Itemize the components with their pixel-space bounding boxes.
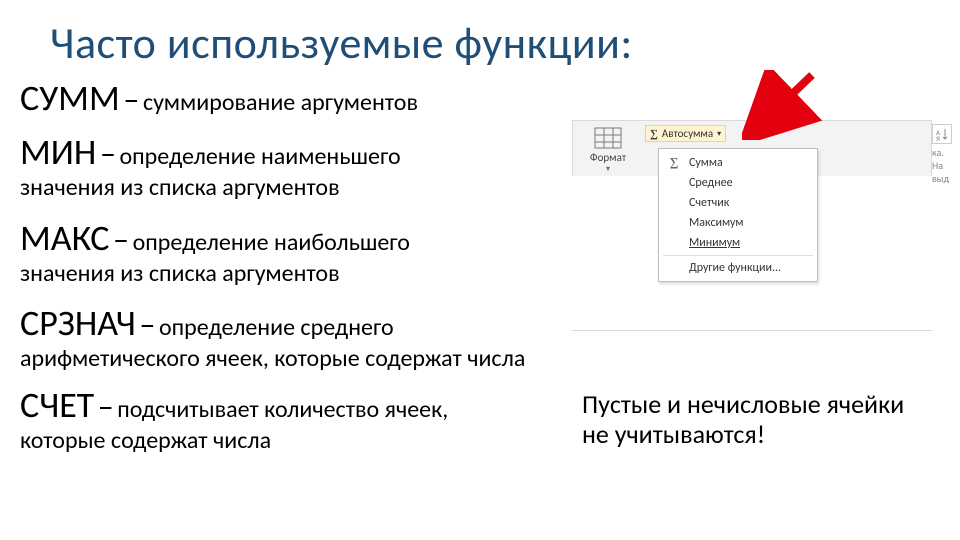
sigma-icon: ∑: [667, 155, 681, 170]
menu-item-min[interactable]: Минимум: [659, 233, 817, 253]
func-count: СЧЕТ – подсчитывает количество ячеек,: [20, 383, 570, 427]
dropdown-arrow-icon: ▾: [606, 164, 610, 174]
menu-item-avg[interactable]: Среднее: [659, 173, 817, 193]
func-min-cont: значения из списка аргументов: [20, 174, 570, 202]
func-avg: СРЗНАЧ – определение среднего: [20, 301, 570, 345]
func-sum: СУММ – суммирование аргументов: [20, 76, 570, 120]
dash: –: [100, 134, 116, 173]
func-max-name: МАКС: [20, 216, 109, 260]
func-avg-name: СРЗНАЧ: [20, 301, 136, 345]
menu-item-label: Максимум: [689, 216, 744, 230]
ribbon-cutoff: AЯ ка. На выд: [932, 124, 952, 185]
autosum-label: Автосумма: [662, 127, 713, 140]
menu-item-label: Другие функции...: [689, 261, 781, 275]
func-min-desc: определение наименьшего: [120, 142, 401, 171]
sort-button-icon: AЯ: [932, 124, 952, 144]
func-count-cont: которые содержат числа: [20, 427, 570, 455]
red-arrow-icon: [742, 70, 832, 140]
sigma-icon: ∑: [650, 128, 658, 140]
menu-item-label: Среднее: [689, 176, 733, 190]
format-button[interactable]: Формат ▾: [579, 125, 637, 174]
autosum-menu: ∑ Сумма Среднее Счетчик Максимум Минимум: [658, 148, 818, 282]
func-sum-desc: суммирование аргументов: [143, 88, 418, 117]
slide-title: Часто используемые функции:: [50, 16, 940, 70]
menu-item-label: Счетчик: [689, 196, 729, 210]
dash: –: [98, 387, 114, 426]
dash: –: [139, 305, 155, 344]
func-avg-desc: определение среднего: [159, 313, 394, 342]
menu-separator: [663, 255, 813, 256]
menu-item-label: Минимум: [689, 236, 740, 250]
menu-item-max[interactable]: Максимум: [659, 213, 817, 233]
func-sum-name: СУММ: [20, 76, 120, 120]
format-cells-icon: [594, 127, 622, 149]
menu-item-other[interactable]: Другие функции...: [659, 258, 817, 278]
footnote: Пустые и нечисловые ячейки не учитываютс…: [582, 390, 922, 450]
func-count-name: СЧЕТ: [20, 383, 94, 427]
menu-item-count[interactable]: Счетчик: [659, 193, 817, 213]
dropdown-arrow-icon: ▾: [717, 129, 721, 139]
worksheet-grid: [572, 330, 932, 358]
func-min-name: МИН: [20, 130, 96, 174]
func-max: МАКС – определение наибольшего: [20, 216, 570, 260]
menu-item-sum[interactable]: ∑ Сумма: [659, 152, 817, 173]
function-list: СУММ – суммирование аргументов МИН – опр…: [20, 76, 570, 454]
func-min: МИН – определение наименьшего: [20, 130, 570, 174]
dash: –: [113, 220, 129, 259]
func-max-cont: значения из списка аргументов: [20, 260, 570, 288]
func-max-desc: определение наибольшего: [133, 228, 410, 257]
svg-text:Я: Я: [936, 134, 940, 141]
autosum-button[interactable]: ∑ Автосумма ▾: [645, 125, 726, 142]
func-avg-cont: арифметического ячеек, которые содержат …: [20, 345, 570, 373]
dash: –: [123, 80, 139, 119]
func-count-desc: подсчитывает количество ячеек,: [117, 395, 448, 424]
autosum-illustration: Формат ▾ ∑ Автосумма ▾ AЯ ка. На выд: [572, 120, 932, 176]
format-label: Формат: [590, 151, 626, 164]
menu-item-label: Сумма: [689, 156, 723, 170]
